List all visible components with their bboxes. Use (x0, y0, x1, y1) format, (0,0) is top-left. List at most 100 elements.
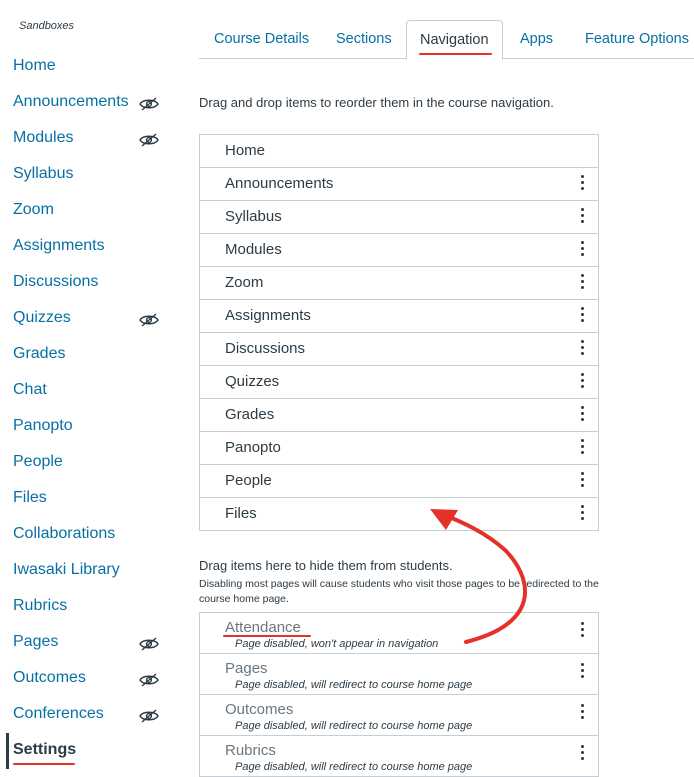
tab-course-details[interactable]: Course Details (214, 20, 309, 58)
nav-list-item-quizzes[interactable]: Quizzes (200, 366, 598, 399)
sidebar-item-modules[interactable]: Modules (13, 125, 163, 151)
disabled-item-note: Page disabled, will redirect to course h… (235, 720, 473, 732)
sidebar-item-label: Modules (13, 129, 74, 146)
sidebar-item-label: Files (13, 489, 47, 506)
sidebar-item-assignments[interactable]: Assignments (13, 233, 163, 259)
nav-list-item-label: People (225, 472, 272, 489)
nav-list-item-label: Assignments (225, 307, 311, 324)
disabled-item-label: Rubrics (225, 742, 276, 759)
nav-list-item-label: Announcements (225, 175, 334, 192)
kebab-menu-icon[interactable] (579, 745, 585, 763)
nav-list-item-zoom[interactable]: Zoom (200, 267, 598, 300)
tab-feature-options[interactable]: Feature Options (585, 20, 689, 58)
kebab-menu-icon[interactable] (579, 704, 585, 722)
sidebar-item-label: Syllabus (13, 165, 74, 182)
kebab-menu-icon[interactable] (579, 472, 585, 490)
sidebar-item-rubrics[interactable]: Rubrics (13, 593, 163, 619)
tab-apps[interactable]: Apps (520, 20, 553, 58)
sidebar-item-announcements[interactable]: Announcements (13, 89, 163, 115)
kebab-menu-icon[interactable] (579, 307, 585, 325)
eye-slash-icon (139, 94, 159, 111)
sidebar-item-chat[interactable]: Chat (13, 377, 163, 403)
sidebar-item-syllabus[interactable]: Syllabus (13, 161, 163, 187)
kebab-menu-icon[interactable] (579, 406, 585, 424)
disabled-item-pages[interactable]: Pages Page disabled, will redirect to cou… (200, 654, 598, 695)
sidebar-item-label: People (13, 453, 63, 470)
nav-list-item-files[interactable]: Files (200, 498, 598, 530)
enabled-nav-list: Home Announcements Syllabus Modules Zoom Assi… (199, 134, 599, 531)
hidden-section-title: Drag items here to hide them from studen… (199, 558, 453, 573)
nav-list-item-label: Modules (225, 241, 282, 258)
eye-slash-icon (139, 130, 159, 147)
kebab-menu-icon[interactable] (579, 274, 585, 292)
sidebar-item-files[interactable]: Files (13, 485, 163, 511)
sidebar-item-label: Settings (13, 741, 77, 758)
eye-slash-icon (139, 310, 159, 327)
sidebar-item-grades[interactable]: Grades (13, 341, 163, 367)
eye-slash-icon (139, 706, 159, 723)
kebab-menu-icon[interactable] (579, 663, 585, 681)
breadcrumb[interactable]: Sandboxes (19, 20, 74, 32)
nav-list-item-grades[interactable]: Grades (200, 399, 598, 432)
disabled-item-note: Page disabled, will redirect to course h… (235, 761, 473, 773)
sidebar-item-label: Iwasaki Library (13, 561, 120, 578)
kebab-menu-icon[interactable] (579, 622, 585, 640)
sidebar-item-label: Rubrics (13, 597, 68, 614)
sidebar-item-label: Zoom (13, 201, 54, 218)
sidebar-item-conferences[interactable]: Conferences (13, 701, 163, 727)
nav-list-item-home[interactable]: Home (200, 135, 598, 168)
sidebar-item-label: Chat (13, 381, 47, 398)
nav-list-item-assignments[interactable]: Assignments (200, 300, 598, 333)
nav-list-item-announcements[interactable]: Announcements (200, 168, 598, 201)
nav-list-item-label: Files (225, 505, 257, 522)
sidebar-item-label: Conferences (13, 705, 104, 722)
sidebar-item-label: Panopto (13, 417, 73, 434)
sidebar-item-settings[interactable]: Settings (13, 737, 163, 763)
attendance-annotation-underline (223, 635, 311, 637)
disabled-item-label: Outcomes (225, 701, 294, 718)
sidebar-item-home[interactable]: Home (13, 53, 163, 79)
tab-sections[interactable]: Sections (336, 20, 392, 58)
sidebar-item-label: Assignments (13, 237, 105, 254)
kebab-menu-icon[interactable] (579, 208, 585, 226)
nav-list-item-discussions[interactable]: Discussions (200, 333, 598, 366)
sidebar-item-quizzes[interactable]: Quizzes (13, 305, 163, 331)
nav-list-item-label: Discussions (225, 340, 306, 357)
nav-list-item-panopto[interactable]: Panopto (200, 432, 598, 465)
disabled-item-label: Attendance (225, 619, 301, 636)
nav-list-item-modules[interactable]: Modules (200, 234, 598, 267)
nav-list-item-label: Syllabus (225, 208, 282, 225)
kebab-menu-icon[interactable] (579, 340, 585, 358)
nav-list-item-label: Quizzes (225, 373, 280, 390)
sidebar-item-outcomes[interactable]: Outcomes (13, 665, 163, 691)
sidebar-item-label: Discussions (13, 273, 99, 290)
sidebar-item-people[interactable]: People (13, 449, 163, 475)
kebab-menu-icon[interactable] (579, 241, 585, 259)
sidebar-item-label: Pages (13, 633, 59, 650)
sidebar-item-discussions[interactable]: Discussions (13, 269, 163, 295)
sidebar-item-collaborations[interactable]: Collaborations (13, 521, 163, 547)
sidebar-item-pages[interactable]: Pages (13, 629, 163, 655)
kebab-menu-icon[interactable] (579, 439, 585, 457)
disabled-item-rubrics[interactable]: Rubrics Page disabled, will redirect to c… (200, 736, 598, 776)
eye-slash-icon (139, 670, 159, 687)
sidebar-item-label: Outcomes (13, 669, 86, 686)
nav-list-item-label: Home (225, 142, 266, 159)
sidebar-item-label: Home (13, 57, 56, 74)
disabled-item-outcomes[interactable]: Outcomes Page disabled, will redirect to … (200, 695, 598, 736)
sidebar-item-panopto[interactable]: Panopto (13, 413, 163, 439)
kebab-menu-icon[interactable] (579, 505, 585, 523)
active-indicator (6, 733, 9, 769)
sidebar-item-zoom[interactable]: Zoom (13, 197, 163, 223)
sidebar-item-iwasaki-library[interactable]: Iwasaki Library (13, 557, 163, 583)
eye-slash-icon (139, 634, 159, 651)
disabled-item-note: Page disabled, will redirect to course h… (235, 679, 473, 691)
kebab-menu-icon[interactable] (579, 373, 585, 391)
disabled-item-attendance[interactable]: Attendance Page disabled, won't appear in… (200, 613, 598, 654)
nav-list-item-people[interactable]: People (200, 465, 598, 498)
kebab-menu-icon[interactable] (579, 175, 585, 193)
nav-list-item-label: Grades (225, 406, 275, 423)
settings-annotation-underline (13, 763, 75, 765)
nav-list-item-label: Zoom (225, 274, 264, 291)
nav-list-item-syllabus[interactable]: Syllabus (200, 201, 598, 234)
